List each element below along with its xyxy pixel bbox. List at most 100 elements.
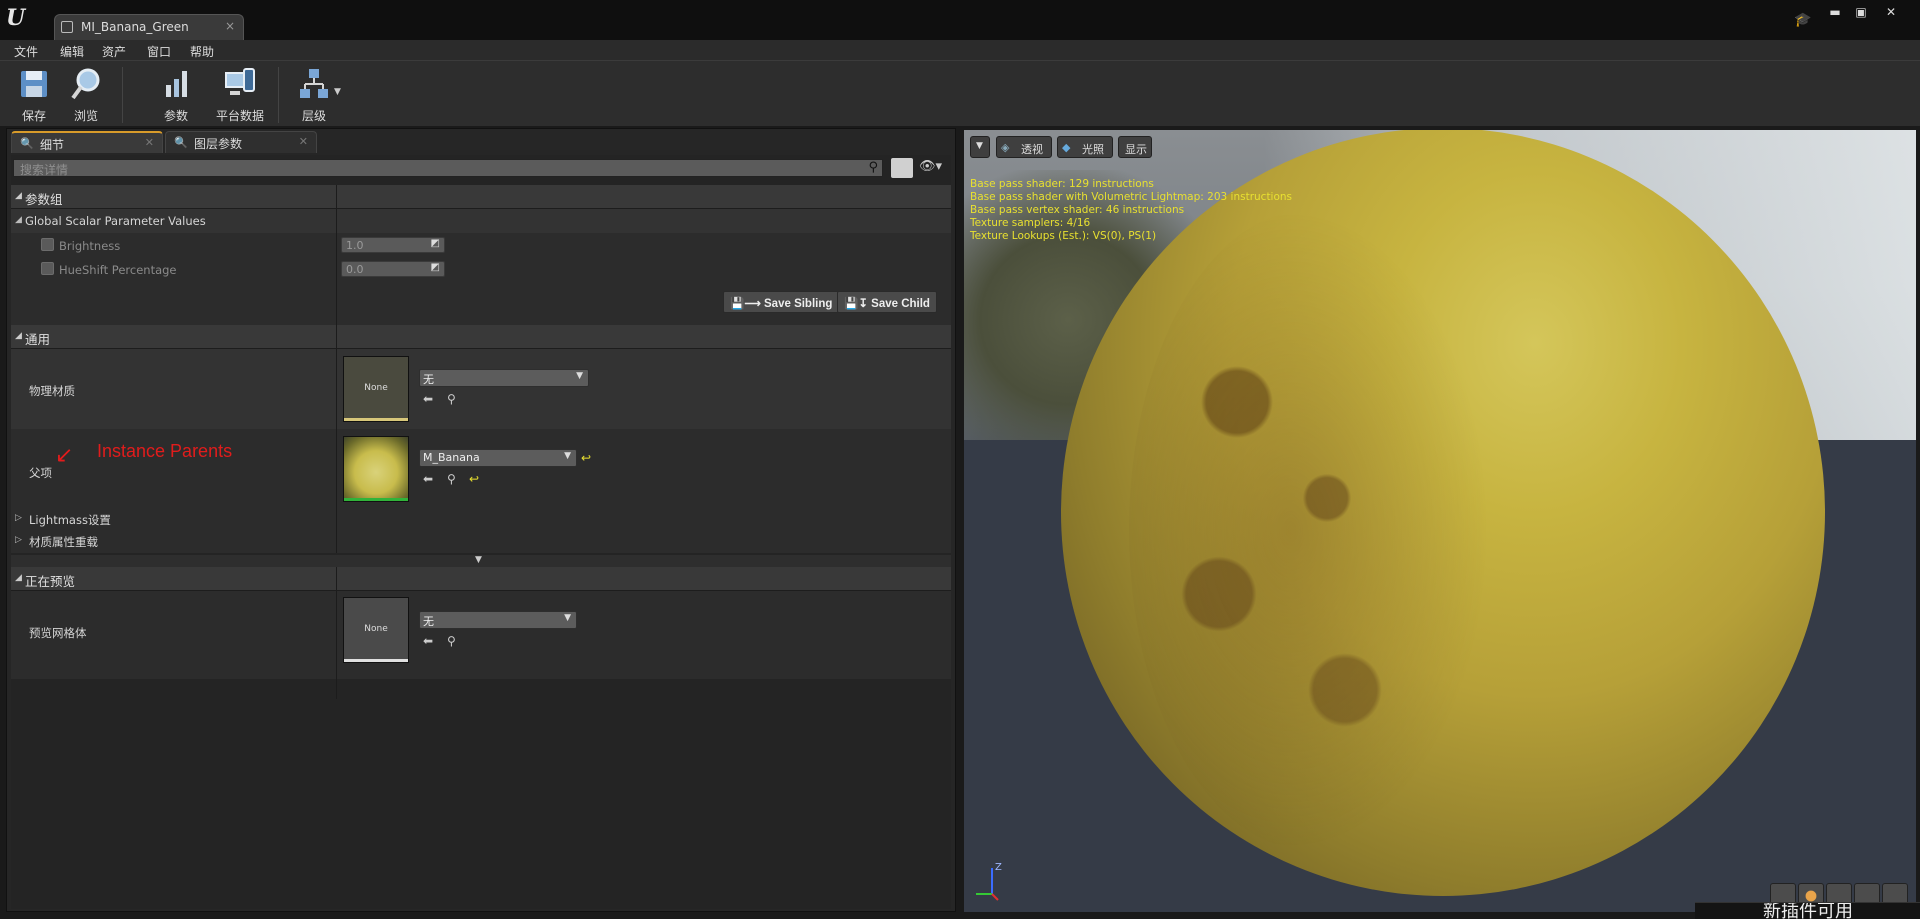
- viewport-options-button[interactable]: ▼: [970, 136, 990, 158]
- search-details-input[interactable]: 搜索详情 ⚲: [13, 159, 883, 177]
- reset-to-default-icon[interactable]: ↩: [469, 472, 479, 486]
- brightness-value-field[interactable]: 1.0 ◩: [341, 237, 445, 253]
- shader-stats: Base pass shader: 129 instructions Base …: [970, 178, 1292, 243]
- collapse-triangle-icon: ◢: [15, 215, 22, 225]
- new-plugins-notification[interactable]: 新插件可用: [1695, 902, 1920, 919]
- category-parameter-groups[interactable]: ◢ 参数组: [11, 185, 951, 209]
- reset-arrow-icon: ◩: [430, 262, 440, 273]
- column-divider: [336, 567, 337, 590]
- params-icon: [166, 71, 187, 97]
- group-global-scalar[interactable]: ◢ Global Scalar Parameter Values: [11, 209, 951, 233]
- param-row-hueshift: HueShift Percentage 0.0 ◩: [11, 257, 951, 281]
- browse-magnifier-icon[interactable]: ⚲: [447, 634, 456, 648]
- column-divider: [336, 509, 337, 531]
- learn-icon[interactable]: 🎓: [1794, 12, 1812, 28]
- menu-file[interactable]: 文件: [14, 43, 38, 60]
- tab-details-label: 细节: [40, 138, 65, 152]
- menu-window[interactable]: 窗口: [147, 43, 171, 60]
- menu-edit[interactable]: 编辑: [60, 43, 84, 60]
- axis-gizmo-icon: Z: [976, 862, 1002, 901]
- asset-type-bar: [344, 659, 408, 662]
- show-button[interactable]: 显示: [1118, 136, 1152, 158]
- tab-details[interactable]: 🔍 细节 ✕: [11, 131, 163, 153]
- hierarchy-dropdown-icon[interactable]: ▼: [334, 87, 341, 97]
- material-override-label: 材质属性重载: [29, 535, 98, 549]
- browse-magnifier-icon[interactable]: ⚲: [447, 472, 456, 486]
- preview-mesh-thumbnail[interactable]: None: [343, 597, 409, 663]
- column-divider: [336, 209, 337, 233]
- view-options-list-icon[interactable]: [891, 158, 913, 178]
- document-tab-label: MI_Banana_Green: [81, 20, 189, 34]
- lightmass-settings-row[interactable]: ▷ Lightmass设置: [11, 509, 951, 531]
- document-tab[interactable]: MI_Banana_Green ×: [54, 14, 244, 40]
- reset-arrow-icon: ◩: [430, 238, 440, 249]
- category-previewing[interactable]: ◢ 正在预览: [11, 567, 951, 591]
- browse-magnifier-icon[interactable]: ⚲: [447, 392, 456, 406]
- use-selected-arrow-icon[interactable]: ⬅: [423, 634, 433, 648]
- use-selected-arrow-icon[interactable]: ⬅: [423, 472, 433, 486]
- browse-label: 浏览: [73, 109, 98, 123]
- hueshift-value-field[interactable]: 0.0 ◩: [341, 261, 445, 277]
- details-view: 搜索详情 ⚲ 👁▾ ◢ 参数组 ◢ Global Scalar Paramete…: [11, 155, 951, 909]
- param-name: Brightness: [59, 239, 121, 253]
- stat-line: Base pass shader with Volumetric Lightma…: [970, 191, 1293, 203]
- reset-to-default-icon[interactable]: ↩: [581, 451, 591, 465]
- menu-help[interactable]: 帮助: [190, 43, 214, 60]
- advanced-expander[interactable]: ▼: [11, 555, 951, 567]
- preview-mesh-row: 预览网格体 None 无 ▼ ⬅ ⚲: [11, 591, 951, 679]
- override-checkbox[interactable]: [41, 262, 54, 275]
- save-sibling-button[interactable]: 💾⟶ Save Sibling: [723, 291, 840, 313]
- axis-z-label: Z: [995, 862, 1002, 873]
- use-selected-arrow-icon[interactable]: ⬅: [423, 392, 433, 406]
- lightmass-label: Lightmass设置: [29, 513, 111, 527]
- phys-material-combo[interactable]: 无 ▼: [419, 369, 589, 387]
- search-icon: 🔍: [174, 136, 188, 149]
- save-child-button[interactable]: 💾↧ Save Child: [837, 291, 937, 313]
- save-button[interactable]: 保存: [8, 63, 60, 123]
- parent-row: 父项 ↙ Instance Parents M_Banana ▼ ↩ ⬅ ⚲ ↩: [11, 429, 951, 509]
- banana-spots-texture: [1129, 210, 1489, 850]
- perspective-button[interactable]: ◈ 透视: [996, 136, 1052, 158]
- maximize-button[interactable]: ▣: [1848, 4, 1874, 20]
- perspective-icon: ◈: [1001, 141, 1010, 154]
- param-value: 0.0: [346, 263, 364, 276]
- phys-material-thumbnail[interactable]: None: [343, 356, 409, 422]
- group-title: Global Scalar Parameter Values: [25, 214, 206, 228]
- chevron-down-icon: ▼: [976, 141, 983, 151]
- eye-icon[interactable]: 👁▾: [919, 159, 942, 174]
- close-tab-icon[interactable]: ×: [225, 19, 235, 33]
- column-divider: [336, 185, 337, 208]
- column-divider: [336, 325, 337, 348]
- thumbnail-label: None: [364, 624, 388, 634]
- platform-data-button[interactable]: 平台数据: [210, 63, 270, 123]
- minimize-button[interactable]: ▬: [1822, 4, 1848, 20]
- combo-value: M_Banana: [423, 451, 480, 464]
- save-sibling-label: Save Sibling: [764, 298, 833, 310]
- lit-mode-button[interactable]: ◆ 光照: [1057, 136, 1113, 158]
- close-window-button[interactable]: ✕: [1878, 4, 1904, 20]
- unreal-logo-icon: U: [6, 5, 26, 31]
- preview-viewport[interactable]: ▼ ◈ 透视 ◆ 光照 显示 Base pass shader: 129 ins…: [964, 130, 1916, 912]
- asset-type-bar: [344, 418, 408, 421]
- details-panel: 🔍 细节 ✕ 🔍 图层参数 ✕ 搜索详情 ⚲ 👁▾ ◢ 参数组 ◢ Global…: [6, 128, 956, 912]
- phys-material-row: 物理材质 None 无 ▼ ⬅ ⚲: [11, 349, 951, 429]
- stat-line: Base pass vertex shader: 46 instructions: [970, 204, 1185, 216]
- preview-mesh-combo[interactable]: 无 ▼: [419, 611, 577, 629]
- column-divider: [336, 531, 337, 553]
- close-tab-icon[interactable]: ✕: [299, 135, 308, 148]
- category-general[interactable]: ◢ 通用: [11, 325, 951, 349]
- annotation-text: Instance Parents: [97, 441, 233, 461]
- tab-layer-params[interactable]: 🔍 图层参数 ✕: [165, 131, 317, 153]
- combo-value: 无: [423, 373, 434, 386]
- browse-button[interactable]: 浏览: [60, 63, 112, 123]
- parent-combo[interactable]: M_Banana ▼: [419, 449, 577, 467]
- close-tab-icon[interactable]: ✕: [145, 136, 154, 149]
- params-button[interactable]: 参数: [150, 63, 202, 123]
- hierarchy-button[interactable]: 层级: [288, 63, 340, 123]
- override-checkbox[interactable]: [41, 238, 54, 251]
- title-bar: U MI_Banana_Green × 🎓 ▬ ▣ ✕: [0, 0, 1920, 42]
- menu-asset[interactable]: 资产: [102, 43, 126, 60]
- expand-triangle-icon: ▷: [15, 513, 22, 523]
- material-override-row[interactable]: ▷ 材质属性重载: [11, 531, 951, 553]
- parent-material-thumbnail[interactable]: [343, 436, 409, 502]
